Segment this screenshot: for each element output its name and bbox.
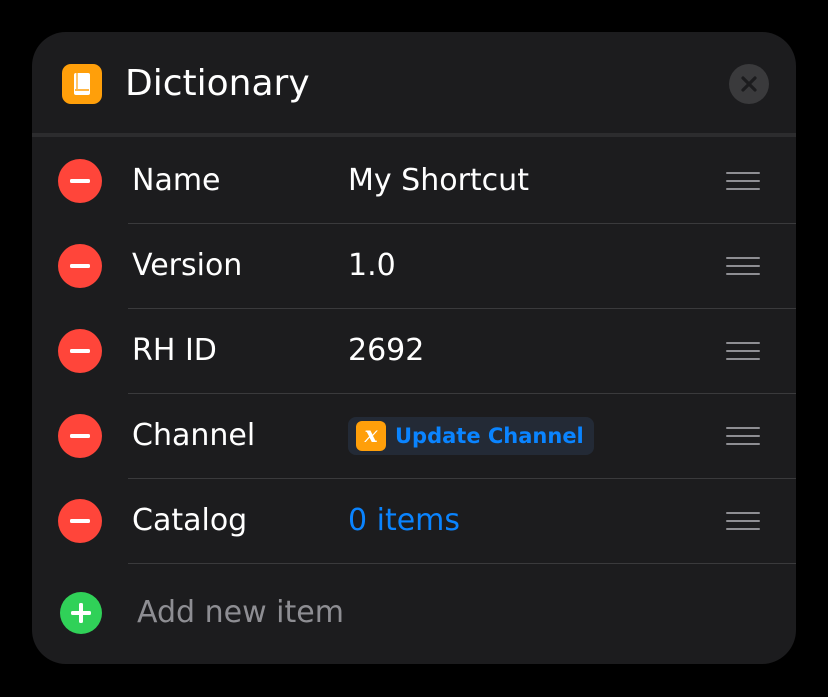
dictionary-row-rh-id: RH ID 2692	[32, 309, 796, 394]
book-icon	[62, 64, 102, 104]
drag-handle-icon[interactable]	[726, 512, 760, 532]
row-value[interactable]: My Shortcut	[348, 161, 529, 201]
plus-icon	[60, 592, 102, 634]
minus-icon	[70, 264, 90, 268]
row-key[interactable]: Channel	[132, 416, 255, 456]
minus-icon	[70, 519, 90, 523]
drag-handle-icon[interactable]	[726, 427, 760, 447]
header-divider	[32, 133, 796, 137]
drag-handle-icon[interactable]	[726, 342, 760, 362]
drag-handle-icon[interactable]	[726, 257, 760, 277]
add-new-item-label: Add new item	[137, 595, 344, 630]
dictionary-row-version: Version 1.0	[32, 224, 796, 309]
variable-token[interactable]: x Update Channel	[348, 417, 594, 455]
header: Dictionary	[32, 32, 796, 134]
variable-label: Update Channel	[395, 424, 584, 448]
remove-row-button[interactable]	[58, 159, 102, 203]
dictionary-row-name: Name My Shortcut	[32, 139, 796, 224]
catalog-items-link[interactable]: 0 items	[348, 501, 460, 541]
drag-handle-icon[interactable]	[726, 172, 760, 192]
row-key[interactable]: Catalog	[132, 501, 247, 541]
row-value[interactable]: 2692	[348, 331, 424, 371]
dictionary-row-channel: Channel x Update Channel	[32, 394, 796, 479]
close-icon	[741, 76, 757, 92]
row-key[interactable]: Name	[132, 161, 221, 201]
minus-icon	[70, 434, 90, 438]
row-key[interactable]: RH ID	[132, 331, 217, 371]
dictionary-card: Dictionary Name My Shortcut Version 1.0 …	[32, 32, 796, 664]
dictionary-row-catalog: Catalog 0 items	[32, 479, 796, 564]
remove-row-button[interactable]	[58, 244, 102, 288]
remove-row-button[interactable]	[58, 499, 102, 543]
row-key[interactable]: Version	[132, 246, 242, 286]
minus-icon	[70, 179, 90, 183]
minus-icon	[70, 349, 90, 353]
page-title: Dictionary	[125, 63, 310, 104]
add-new-item-button[interactable]: Add new item	[32, 564, 796, 664]
remove-row-button[interactable]	[58, 329, 102, 373]
close-button[interactable]	[729, 64, 769, 104]
variable-icon: x	[356, 421, 386, 451]
row-value[interactable]: 1.0	[348, 246, 396, 286]
remove-row-button[interactable]	[58, 414, 102, 458]
